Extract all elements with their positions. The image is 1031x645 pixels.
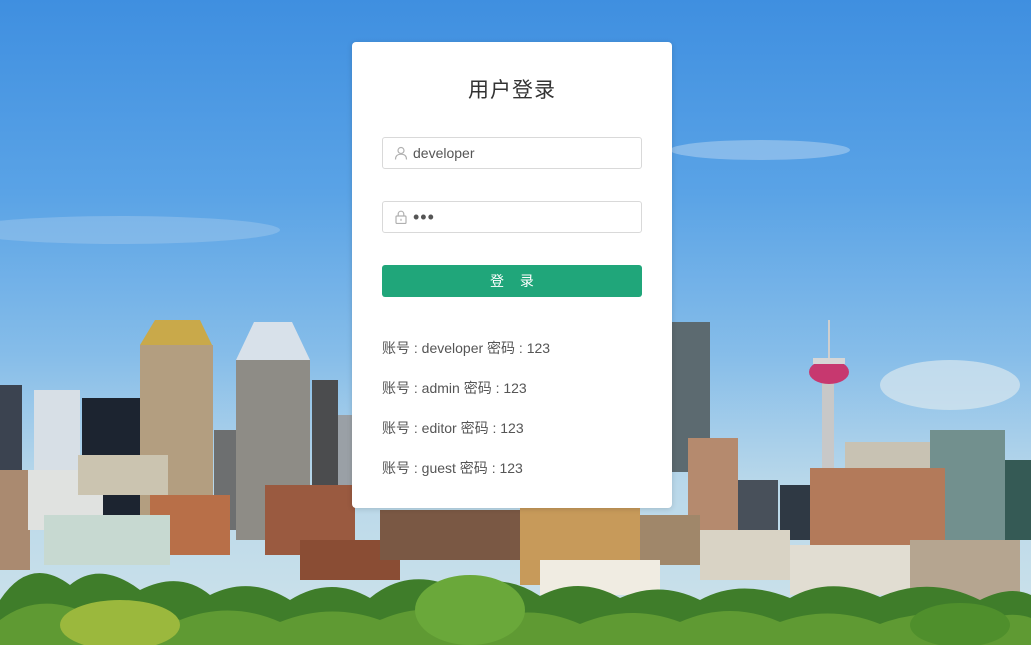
account-hint-admin: 账号 : admin 密码 : 123 — [382, 380, 527, 396]
login-card: 用户登录 登 录 账号 : developer 密码 : 123 账号 : ad… — [352, 42, 672, 508]
lock-icon — [395, 210, 407, 224]
username-field[interactable] — [382, 137, 642, 169]
password-field[interactable] — [382, 201, 642, 233]
username-input[interactable] — [413, 138, 633, 168]
account-hint-editor: 账号 : editor 密码 : 123 — [382, 420, 524, 436]
login-button[interactable]: 登 录 — [382, 265, 642, 297]
password-input[interactable] — [413, 202, 633, 232]
login-title: 用户登录 — [468, 79, 556, 102]
account-hint-guest: 账号 : guest 密码 : 123 — [382, 460, 523, 476]
account-hint-developer: 账号 : developer 密码 : 123 — [382, 340, 551, 356]
user-icon — [394, 146, 408, 160]
